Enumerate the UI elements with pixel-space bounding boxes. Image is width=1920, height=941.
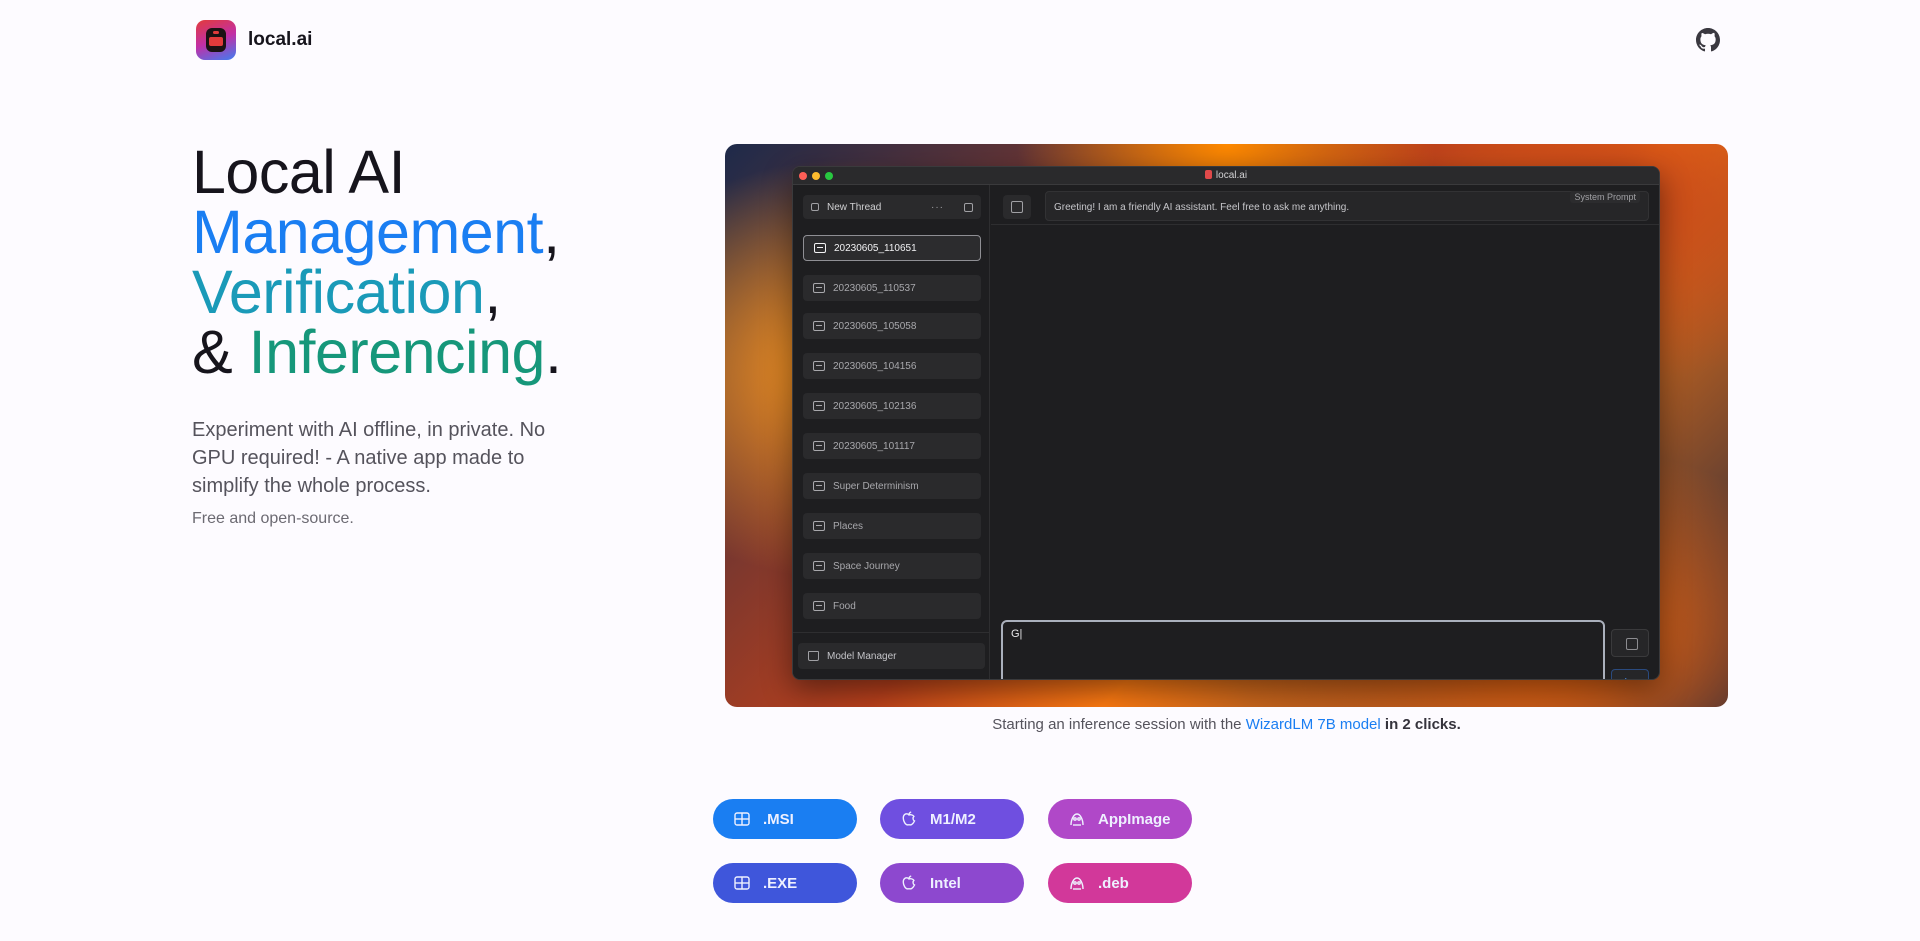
apple-icon (900, 810, 930, 828)
home-icon (808, 651, 819, 661)
chat-bubble-icon (813, 321, 825, 331)
download-label: .EXE (763, 874, 798, 892)
chat-bubble-icon (813, 481, 825, 491)
thread-label: Food (833, 600, 856, 612)
hero-punct-2: , (543, 198, 560, 266)
app-window: local.ai New Thread ··· 20230605_110651 2… (792, 166, 1660, 680)
thread-label: 20230605_110537 (833, 282, 916, 294)
new-thread-label: New Thread (827, 201, 882, 213)
window-app-icon (1204, 170, 1212, 179)
thread-sidebar: New Thread ··· 20230605_110651 20230605_1… (793, 185, 990, 679)
save-icon (1611, 629, 1649, 657)
linux-icon (1068, 810, 1098, 828)
window-title: local.ai (793, 170, 1659, 181)
thread-item: 20230605_101117 (803, 433, 981, 459)
chat-area: System Prompt Greeting! I am a friendly … (991, 185, 1659, 679)
download-label: .deb (1098, 874, 1129, 892)
chat-bubble-icon (813, 441, 825, 451)
thread-item: 20230605_110651 (803, 235, 981, 261)
chat-bubble-icon (814, 243, 826, 253)
hero-title: Local AI Management, Verification, & Inf… (192, 138, 572, 383)
chat-bubble-icon (813, 521, 825, 531)
thread-label: Places (833, 520, 864, 532)
apple-icon (900, 874, 930, 892)
download-appimage-button[interactable]: AppImage (1048, 799, 1192, 839)
new-thread-button: New Thread ··· (803, 195, 981, 219)
thread-label: 20230605_105058 (833, 320, 917, 332)
caption-prefix: Starting an inference session with the (992, 716, 1242, 733)
chat-bubble-icon (813, 283, 825, 293)
download-label: M1/M2 (930, 810, 976, 828)
window-title-text: local.ai (1215, 170, 1248, 181)
send-icon (1611, 669, 1649, 679)
download-label: Intel (930, 874, 961, 892)
thread-item: 20230605_110537 (803, 275, 981, 301)
thread-item: 20230605_105058 (803, 313, 981, 339)
hero-word-inferencing: Inferencing (248, 318, 546, 386)
wizardlm-model-link[interactable]: WizardLM 7B model (1246, 716, 1381, 733)
chat-bubble-icon (813, 561, 825, 571)
hero-prefix-4: & (192, 318, 249, 386)
hero-word-management: Management (192, 198, 544, 266)
system-prompt-value: Greeting! I am a friendly AI assistant. … (1054, 202, 1350, 213)
thread-item: Super Determinism (803, 473, 981, 499)
hero-line-4: & Inferencing. (192, 322, 572, 383)
header: local.ai (196, 20, 312, 60)
caption-suffix: in 2 clicks. (1384, 716, 1461, 733)
hero-line-1: Local AI (192, 138, 406, 206)
windows-icon (733, 810, 763, 828)
window-titlebar: local.ai (793, 167, 1659, 185)
thread-item: Food (803, 593, 981, 619)
chat-bubble-icon (813, 601, 825, 611)
thread-label: 20230605_104156 (833, 360, 917, 372)
hero-punct-4: . (544, 318, 562, 386)
chat-bubble-icon (813, 361, 825, 371)
chat-topbar: System Prompt Greeting! I am a friendly … (991, 185, 1659, 225)
linux-icon (1068, 874, 1098, 892)
thread-item: 20230605_104156 (803, 353, 981, 379)
hero: Local AI Management, Verification, & Inf… (192, 142, 572, 528)
model-manager-button: Model Manager (798, 643, 985, 669)
more-icon: ··· (931, 201, 944, 213)
system-prompt-label: System Prompt (1570, 191, 1640, 203)
brand-name[interactable]: local.ai (248, 29, 312, 51)
github-icon[interactable] (1696, 28, 1720, 52)
screenshot-caption: Starting an inference session with the W… (725, 716, 1728, 733)
thread-label: Super Determinism (833, 480, 919, 492)
hero-description: Experiment with AI offline, in private. … (192, 419, 546, 497)
new-thread-icon (811, 203, 819, 211)
hero-line-2: Management, (192, 202, 572, 263)
download-label: .MSI (763, 810, 794, 828)
download-exe-button[interactable]: .EXE (713, 863, 857, 903)
download-intel-button[interactable]: Intel (880, 863, 1024, 903)
thread-item: Space Journey (803, 553, 981, 579)
system-prompt-field: System Prompt Greeting! I am a friendly … (1045, 191, 1649, 221)
download-msi-button[interactable]: .MSI (713, 799, 857, 839)
hero-word-verification: Verification (192, 258, 485, 326)
app-screenshot: local.ai New Thread ··· 20230605_110651 2… (725, 144, 1728, 707)
thread-label: 20230605_101117 (833, 440, 915, 452)
thread-label: Space Journey (833, 560, 900, 572)
sidebar-divider (793, 632, 989, 633)
toggle-sidebar-icon (1003, 195, 1031, 219)
backpack-icon (206, 28, 226, 52)
model-manager-label: Model Manager (827, 650, 897, 662)
download-deb-button[interactable]: .deb (1048, 863, 1192, 903)
hero-punct-3: , (484, 258, 501, 326)
export-icon (964, 202, 973, 212)
prompt-input: G| (1001, 620, 1605, 679)
download-m1m2-button[interactable]: M1/M2 (880, 799, 1024, 839)
chat-bubble-icon (813, 401, 825, 411)
download-label: AppImage (1098, 810, 1171, 828)
thread-item: 20230605_102136 (803, 393, 981, 419)
windows-icon (733, 874, 763, 892)
hero-line-3: Verification, (192, 262, 572, 323)
thread-label: 20230605_110651 (834, 242, 917, 254)
thread-item: Places (803, 513, 981, 539)
app-logo[interactable] (196, 20, 236, 60)
thread-label: 20230605_102136 (833, 400, 917, 412)
hero-subtext: Free and open-source. (192, 510, 354, 527)
